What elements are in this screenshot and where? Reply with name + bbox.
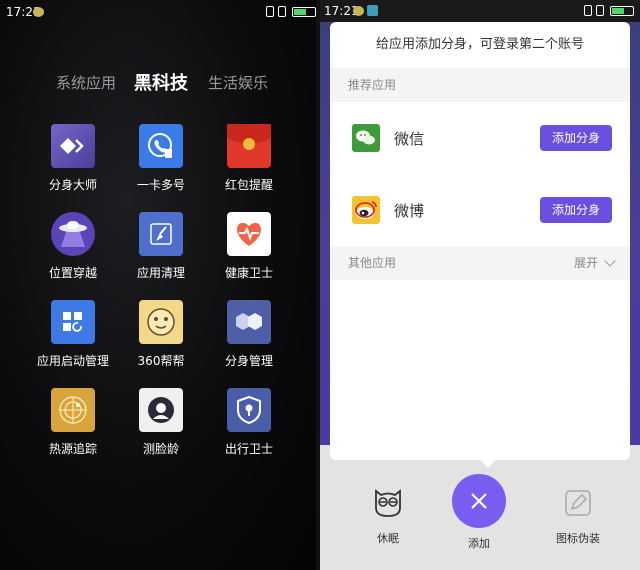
- app-label: 出行卫士: [224, 442, 273, 456]
- sim-icon-2: [596, 5, 604, 16]
- notification-icon: [353, 6, 364, 16]
- app-location-travel[interactable]: 位置穿越: [28, 212, 118, 281]
- notification-icon: [33, 7, 44, 17]
- app-notification-icon: [367, 5, 378, 16]
- sim-icon: [584, 5, 592, 16]
- sleep-label: 休眠: [377, 532, 399, 545]
- add-clone-button-weibo[interactable]: 添加分身: [540, 197, 612, 223]
- clone-master-icon: [51, 124, 95, 168]
- app-360-help[interactable]: 360帮帮: [116, 300, 206, 369]
- app-label: 360帮帮: [137, 354, 185, 368]
- close-icon: [471, 493, 487, 509]
- battery-icon: [292, 7, 316, 17]
- weibo-icon: [352, 196, 380, 224]
- recommended-section-header: 推荐应用: [330, 68, 630, 102]
- health-heart-icon: [227, 212, 271, 256]
- add-clone-button-wechat[interactable]: 添加分身: [540, 125, 612, 151]
- app-clone-master[interactable]: 分身大师: [28, 124, 118, 193]
- app-label: 分身大师: [48, 178, 97, 192]
- app-multi-number[interactable]: 一卡多号: [116, 124, 206, 193]
- app-launch-manager[interactable]: 应用启动管理: [28, 300, 118, 369]
- app-face-age[interactable]: 测脸龄: [116, 388, 206, 457]
- sim-icon-2: [278, 6, 286, 17]
- status-bar: 17:21: [0, 0, 316, 24]
- broom-icon: [139, 212, 183, 256]
- red-envelope-icon: [227, 124, 271, 168]
- tab-life-entertainment[interactable]: 生活娱乐: [208, 72, 268, 93]
- face-age-icon: [139, 388, 183, 432]
- location-ufo-icon: [51, 212, 95, 256]
- app-label: 位置穿越: [48, 266, 97, 280]
- add-clone-card: 给应用添加分身，可登录第二个账号 推荐应用 微信 添加分身 微博 添加分身 其他…: [330, 22, 630, 468]
- app-health-guard[interactable]: 健康卫士: [204, 212, 294, 281]
- tab-system-apps[interactable]: 系统应用: [56, 72, 116, 93]
- app-red-envelope[interactable]: 红包提醒: [204, 124, 294, 193]
- app-label: 热源追踪: [48, 442, 97, 456]
- multi-number-icon: [139, 124, 183, 168]
- app-heat-tracking[interactable]: 热源追踪: [28, 388, 118, 457]
- 360-help-icon: [139, 300, 183, 344]
- recommended-label: 推荐应用: [348, 78, 397, 92]
- chevron-down-icon[interactable]: [604, 255, 616, 267]
- app-label: 应用清理: [136, 266, 185, 280]
- wechat-icon: [352, 124, 380, 152]
- app-name: 微信: [394, 130, 425, 148]
- other-apps-section-header: 其他应用 展开: [330, 246, 630, 280]
- add-button[interactable]: [452, 474, 506, 528]
- app-travel-guard[interactable]: 出行卫士: [204, 388, 294, 457]
- app-row-weibo: 微博 添加分身: [330, 174, 630, 246]
- owl-icon: [375, 489, 401, 517]
- add-label: 添加: [468, 537, 490, 550]
- app-label: 红包提醒: [224, 178, 273, 192]
- app-label: 一卡多号: [136, 178, 185, 192]
- clone-manage-icon: [227, 300, 271, 344]
- icon-disguise-label: 图标伪装: [556, 532, 600, 545]
- tab-black-tech[interactable]: 黑科技: [134, 69, 188, 95]
- app-label: 健康卫士: [224, 266, 273, 280]
- sim-icon: [266, 6, 274, 17]
- icon-disguise-button[interactable]: 图标伪装: [546, 488, 610, 546]
- app-label: 分身管理: [224, 354, 273, 368]
- app-name: 微博: [394, 202, 425, 220]
- other-apps-label: 其他应用: [348, 256, 397, 270]
- app-row-wechat: 微信 添加分身: [330, 102, 630, 174]
- shield-icon: [227, 388, 271, 432]
- right-screen: 17:21 给应用添加分身，可登录第二个账号 推荐应用 微信 添加分身 微博 添…: [320, 0, 640, 570]
- app-label: 应用启动管理: [36, 354, 109, 368]
- app-label: 测脸龄: [142, 442, 179, 456]
- app-launch-icon: [51, 300, 95, 344]
- pencil-square-icon: [565, 490, 591, 516]
- app-clone-manager[interactable]: 分身管理: [204, 300, 294, 369]
- battery-icon: [610, 6, 634, 16]
- radar-icon: [51, 388, 95, 432]
- card-title: 给应用添加分身，可登录第二个账号: [375, 37, 584, 52]
- category-tabs: 系统应用 黑科技 生活娱乐: [0, 72, 316, 102]
- sleep-button[interactable]: 休眠: [356, 488, 420, 546]
- left-screen: 17:21 系统应用 黑科技 生活娱乐 分身大师 一卡多号 红包提醒 位置穿越 …: [0, 0, 316, 570]
- expand-button[interactable]: 展开: [574, 246, 598, 280]
- status-bar-right: 17:21: [320, 0, 640, 22]
- app-cleaner[interactable]: 应用清理: [116, 212, 206, 281]
